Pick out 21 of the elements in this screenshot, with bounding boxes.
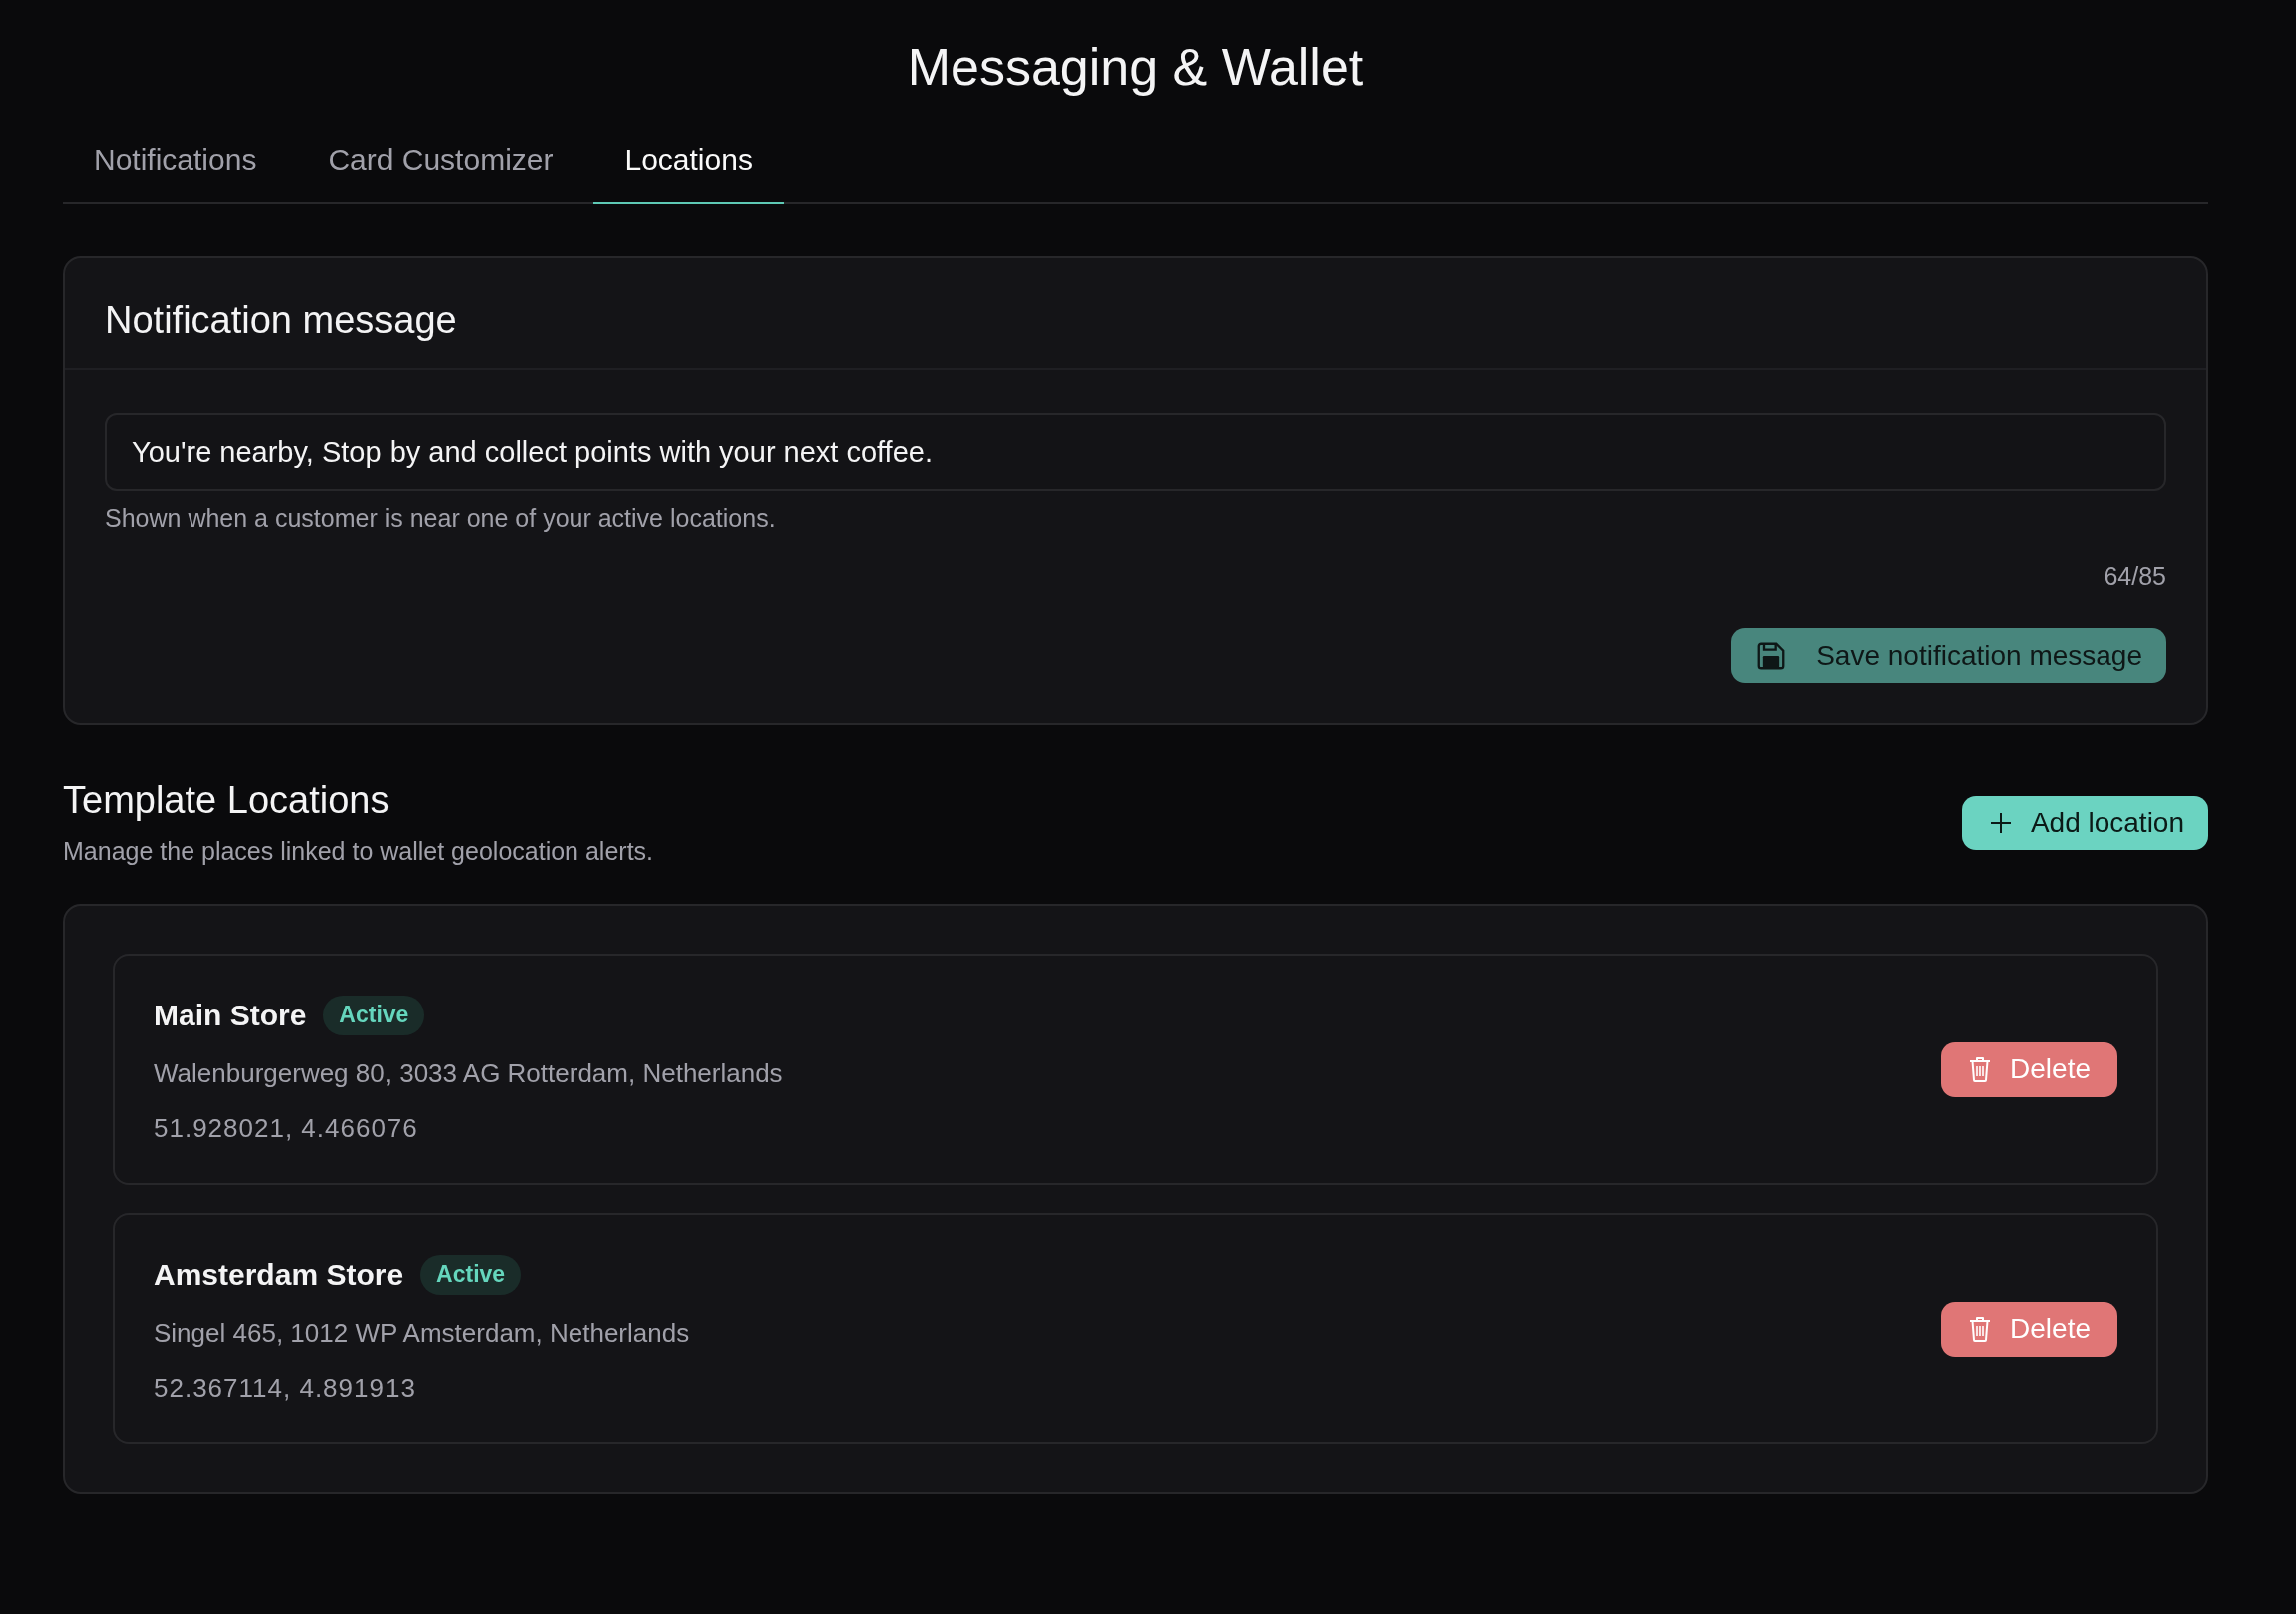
section-subtitle: Manage the places linked to wallet geolocation alerts. xyxy=(63,836,654,867)
location-address: Walenburgerweg 80, 3033 AG Rotterdam, Netherlands xyxy=(154,1056,783,1089)
location-address: Singel 465, 1012 WP Amsterdam, Netherlands xyxy=(154,1316,690,1349)
tab[interactable]: Notifications xyxy=(63,117,288,204)
message-input[interactable]: You're nearby, Stop by and collect points with your next coffee. xyxy=(105,413,2166,491)
helper-text: Shown when a customer is near one of your active locations. xyxy=(105,503,776,533)
status-badge: Active xyxy=(420,1254,522,1295)
status-badge: Active xyxy=(323,995,425,1035)
trash-icon xyxy=(1969,1056,1992,1082)
location-name: Amsterdam Store xyxy=(154,1256,404,1293)
location-name: Main Store xyxy=(154,997,307,1033)
location-coordinates: 51.928021, 4.466076 xyxy=(154,1111,418,1144)
tab[interactable]: Locations xyxy=(593,117,784,204)
trash-icon xyxy=(1969,1316,1992,1342)
section-title: Template Locations xyxy=(63,778,390,822)
tab[interactable]: Card Customizer xyxy=(297,117,584,204)
plus-icon xyxy=(1990,812,2011,833)
add-location-button[interactable]: Add location xyxy=(1961,795,2208,850)
page-title: Messaging & Wallet xyxy=(907,37,1364,97)
location-coordinates: 52.367114, 4.891913 xyxy=(154,1371,416,1404)
character-counter: 64/85 xyxy=(2104,561,2166,591)
